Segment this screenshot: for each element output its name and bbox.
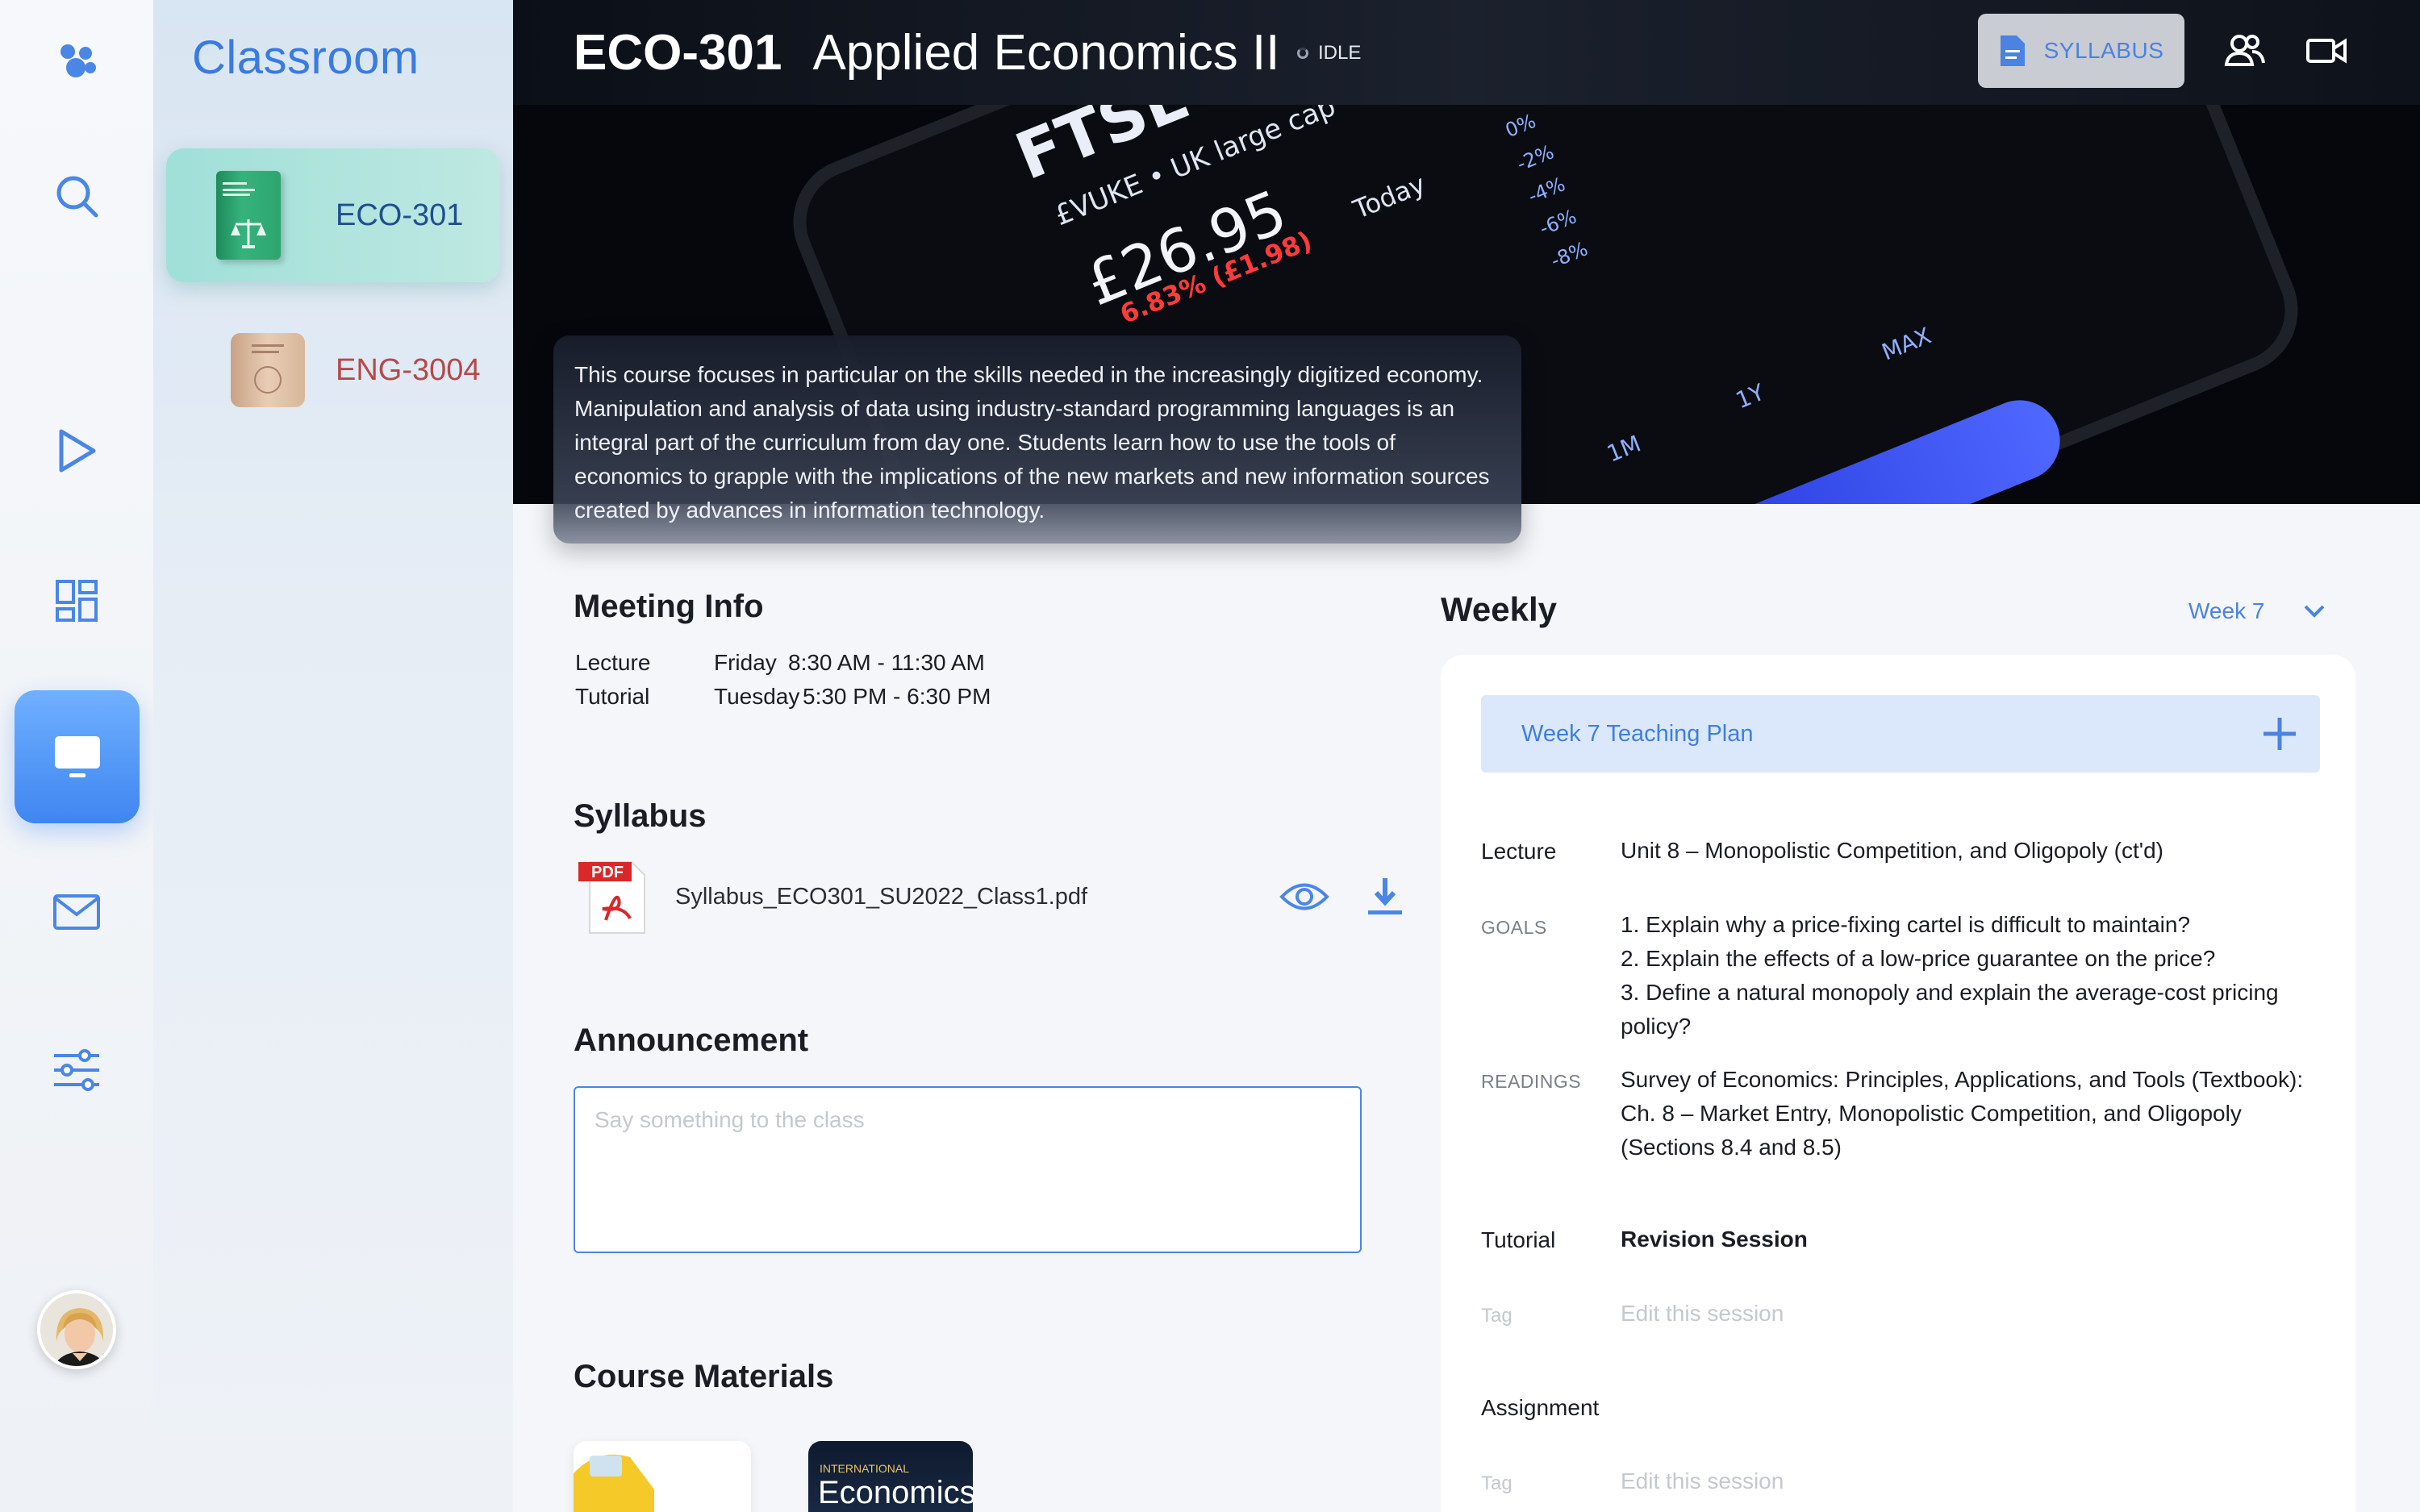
announcement-input[interactable] xyxy=(574,1086,1362,1253)
status-text: IDLE xyxy=(1318,42,1362,64)
video-icon[interactable] xyxy=(2305,31,2347,71)
add-icon[interactable] xyxy=(2260,714,2299,753)
meeting-info-heading: Meeting Info xyxy=(574,589,764,624)
people-icon[interactable] xyxy=(2223,31,2265,71)
goals-label: GOALS xyxy=(1481,917,1547,938)
lecture-title: Unit 8 – Monopolistic Competition, and O… xyxy=(1621,838,2163,863)
logo-icon[interactable] xyxy=(32,16,121,105)
play-icon[interactable] xyxy=(32,406,121,495)
course-code: ECO-301 xyxy=(336,198,464,232)
course-name-title: Applied Economics II xyxy=(812,25,1280,81)
material-card[interactable] xyxy=(574,1441,751,1512)
assignment-label: Assignment xyxy=(1481,1395,1600,1420)
status-spinner-icon xyxy=(1297,48,1308,59)
course-list: Classroom ECO-301 ENG-3004 xyxy=(153,0,513,1512)
eye-icon[interactable] xyxy=(1279,877,1329,917)
week-dropdown[interactable]: Week 7 xyxy=(2188,598,2326,624)
announcement-heading: Announcement xyxy=(574,1023,809,1058)
download-icon[interactable] xyxy=(1360,877,1410,917)
goal-item: 3. Define a natural monopoly and explain… xyxy=(1621,980,2279,1039)
meeting-time: 5:30 PM - 6:30 PM xyxy=(803,684,991,709)
goal-item: 1. Explain why a price-fixing cartel is … xyxy=(1621,912,2191,937)
meeting-time: 8:30 AM - 11:30 AM xyxy=(788,650,985,675)
classroom-icon[interactable] xyxy=(15,690,140,823)
app-title: Classroom xyxy=(192,31,419,84)
material-card[interactable]: INTERNATIONAL Economics xyxy=(808,1441,973,1512)
settings-sliders-icon[interactable] xyxy=(32,1026,121,1114)
chevron-down-icon xyxy=(2305,605,2325,618)
meeting-day: Tuesday xyxy=(714,684,800,709)
lecture-label: Lecture xyxy=(1481,839,1557,864)
week-dropdown-value: Week 7 xyxy=(2188,598,2265,623)
goal-item: 2. Explain the effects of a low-price gu… xyxy=(1621,946,2216,971)
edit-session-field[interactable]: Edit this session xyxy=(1621,1464,2330,1498)
pdf-file-icon: PDF xyxy=(574,859,651,935)
teaching-plan-bar[interactable]: Week 7 Teaching Plan xyxy=(1481,695,2320,773)
syllabus-file-name[interactable]: Syllabus_ECO301_SU2022_Class1.pdf xyxy=(675,884,1087,910)
status-indicator: IDLE xyxy=(1297,42,1361,65)
course-code: ENG-3004 xyxy=(336,352,481,387)
syllabus-button-label: SYLLABUS xyxy=(2043,38,2164,63)
course-item-eco-301[interactable]: ECO-301 xyxy=(166,148,500,282)
tutorial-label: Tutorial xyxy=(1481,1227,1556,1252)
dashboard-icon[interactable] xyxy=(32,556,121,645)
tutorial-title: Revision Session xyxy=(1621,1227,1808,1252)
pdf-badge: PDF xyxy=(591,864,624,881)
page-title: ECO-301 Applied Economics II xyxy=(574,24,1279,81)
icon-rail xyxy=(0,0,153,1512)
teaching-plan-title: Week 7 Teaching Plan xyxy=(1521,720,1754,747)
syllabus-file-row: PDF Syllabus_ECO301_SU2022_Class1.pdf xyxy=(574,859,1402,935)
course-code-title: ECO-301 xyxy=(574,25,782,81)
meeting-day: Friday xyxy=(714,650,777,675)
material-label: INTERNATIONAL xyxy=(820,1462,909,1475)
book-cover-icon xyxy=(231,333,305,407)
tag-label: Tag xyxy=(1481,1472,1512,1494)
meeting-label: Lecture xyxy=(575,650,651,675)
readings-label: READINGS xyxy=(1481,1071,1582,1092)
course-detail: FTSE £VUKE • UK large cap £26.95 6.83% (… xyxy=(513,0,2420,1512)
meeting-row: Tutorial Tuesday 5:30 PM - 6:30 PM xyxy=(575,684,991,710)
readings-text: Survey of Economics: Principles, Applica… xyxy=(1621,1067,2304,1160)
course-materials-heading: Course Materials xyxy=(574,1359,834,1394)
book-cover-icon xyxy=(216,171,281,260)
user-avatar[interactable] xyxy=(37,1290,116,1369)
document-icon xyxy=(2000,35,2025,66)
course-description: This course focuses in particular on the… xyxy=(553,335,1521,544)
material-title: Economics xyxy=(818,1475,973,1510)
course-item-eng-3004[interactable]: ENG-3004 xyxy=(166,303,500,437)
meeting-row: Lecture Friday 8:30 AM - 11:30 AM xyxy=(575,650,985,676)
weekly-heading: Weekly xyxy=(1441,590,1557,628)
meeting-label: Tutorial xyxy=(575,684,650,709)
syllabus-heading: Syllabus xyxy=(574,798,707,834)
material-thumbnail-car xyxy=(574,1441,751,1512)
search-icon[interactable] xyxy=(32,152,121,240)
edit-session-field[interactable]: Edit this session xyxy=(1621,1297,2330,1331)
mail-icon[interactable] xyxy=(32,868,121,956)
tag-label: Tag xyxy=(1481,1305,1512,1327)
weekly-plan-panel: Week 7 Teaching Plan Lecture Unit 8 – Mo… xyxy=(1441,655,2355,1512)
syllabus-button[interactable]: SYLLABUS xyxy=(1978,14,2184,88)
